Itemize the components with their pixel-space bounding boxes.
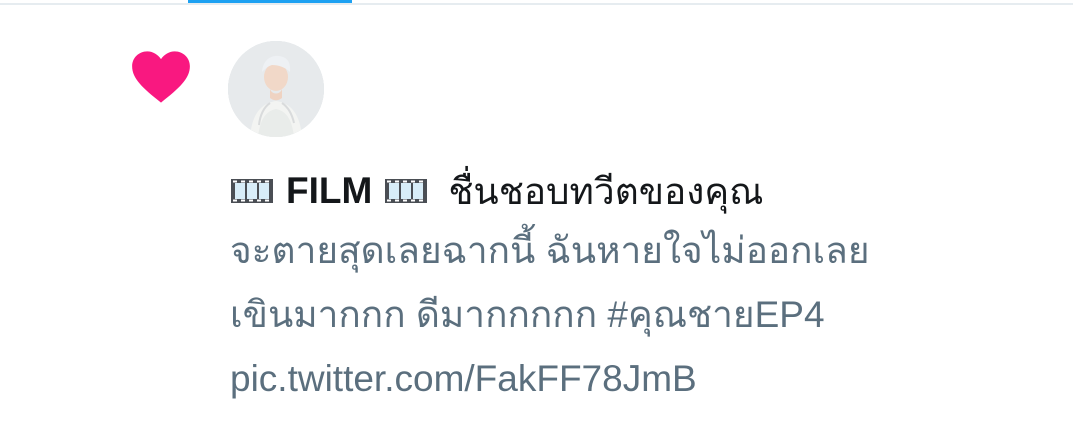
tweet-content[interactable]: FILM ชื่นชอบทวีตของคุณ จะตายสุดเลยฉากนี้ [230, 163, 1030, 411]
top-divider [0, 3, 1073, 5]
film-frames-icon [384, 178, 428, 204]
tweet-text-line-1: จะตายสุดเลยฉากนี้ ฉันหายใจไม่ออกเลย [230, 230, 870, 271]
notification-action-text: ชื่นชอบทวีตของคุณ [448, 170, 764, 212]
notification-header: FILM ชื่นชอบทวีตของคุณ [230, 163, 1030, 219]
avatar[interactable] [228, 41, 324, 137]
tweet-link[interactable]: pic.twitter.com/FakFF78JmB [230, 347, 1030, 411]
film-frames-icon [230, 178, 274, 204]
tweet-text-line-2: เขินมากกก ดีมากกกกก #คุณชายEP4 [230, 294, 825, 335]
active-tab-indicator [188, 0, 352, 3]
user-name[interactable]: FILM [286, 170, 372, 212]
heart-icon [128, 44, 194, 110]
